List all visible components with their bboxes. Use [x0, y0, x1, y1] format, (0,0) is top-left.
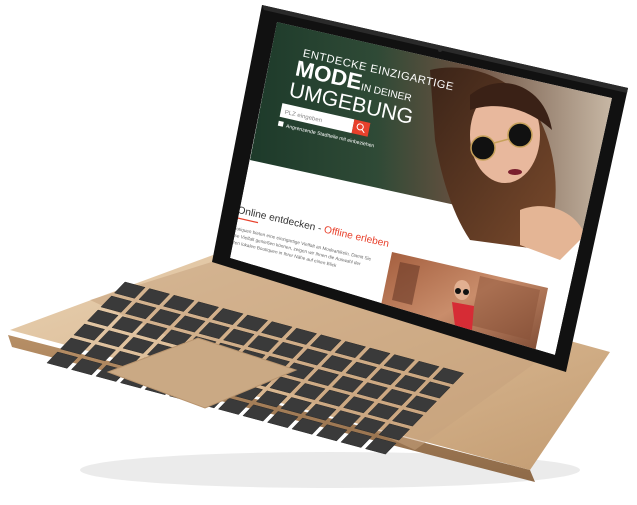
sunglasses-left	[470, 135, 496, 161]
camera-icon	[438, 48, 442, 52]
laptop-illustration: ENTDECKE EINZIGARTIGE MODE IN DEINER UMG…	[8, 5, 628, 488]
laptop-mockup: ENTDECKE EINZIGARTIGE MODE IN DEINER UMG…	[0, 0, 637, 500]
model-lips	[508, 169, 522, 175]
sunglasses-right	[507, 122, 533, 148]
